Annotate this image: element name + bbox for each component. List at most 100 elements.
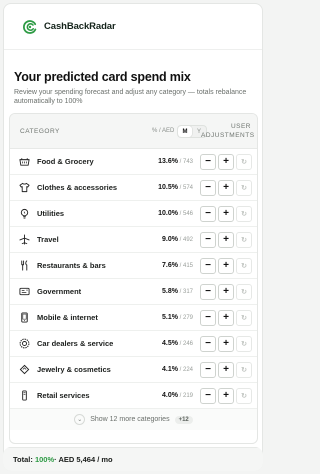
category-amount: 574 xyxy=(182,185,193,191)
category-name: Jewelry & cosmetics xyxy=(37,365,111,374)
shirt-icon xyxy=(19,182,30,193)
increase-button[interactable]: + xyxy=(218,387,234,404)
adjust-controls: − + ↻ xyxy=(200,283,252,300)
table-row: Clothes & accessories 10.5% / 574 − + ↻ xyxy=(10,175,257,201)
category-amount: 415 xyxy=(182,263,193,269)
category-percent: 4.0% xyxy=(162,392,178,399)
adjust-controls: − + ↻ xyxy=(200,335,252,352)
table-row: Travel 9.0% / 492 − + ↻ xyxy=(10,227,257,253)
category-share: 10.5% / 574 xyxy=(158,184,193,191)
category-percent: 7.6% xyxy=(162,262,178,269)
category-name: Mobile & internet xyxy=(37,313,98,322)
decrease-button[interactable]: − xyxy=(200,205,216,222)
category-percent: 4.5% xyxy=(162,340,178,347)
category-name: Government xyxy=(37,287,82,296)
reset-icon[interactable]: ↻ xyxy=(236,387,252,404)
category-share: 9.0% / 492 xyxy=(162,236,193,243)
mobile-icon xyxy=(19,312,30,323)
category-amount: 492 xyxy=(182,237,193,243)
category-percent: 5.8% xyxy=(162,288,178,295)
increase-button[interactable]: + xyxy=(218,361,234,378)
adjust-controls: − + ↻ xyxy=(200,361,252,378)
category-percent: 13.6% xyxy=(158,158,178,165)
category-amount: 279 xyxy=(182,315,193,321)
category-share: 4.0% / 219 xyxy=(162,392,193,399)
decrease-button[interactable]: − xyxy=(200,283,216,300)
category-share: 4.1% / 224 xyxy=(162,366,193,373)
category-name: Utilities xyxy=(37,209,65,218)
decrease-button[interactable]: − xyxy=(200,179,216,196)
table-row: Government 5.8% / 317 − + ↻ xyxy=(10,279,257,305)
reset-icon[interactable]: ↻ xyxy=(236,153,252,170)
adjust-controls: − + ↻ xyxy=(200,231,252,248)
category-percent: 9.0% xyxy=(162,236,178,243)
increase-button[interactable]: + xyxy=(218,153,234,170)
category-name: Car dealers & service xyxy=(37,339,114,348)
show-more-button[interactable]: ⌄ Show 12 more categories +12 xyxy=(10,409,257,430)
decrease-button[interactable]: − xyxy=(200,335,216,352)
airplane-icon xyxy=(19,234,30,245)
category-share: 7.6% / 415 xyxy=(162,262,193,269)
adjust-controls: − + ↻ xyxy=(200,179,252,196)
increase-button[interactable]: + xyxy=(218,179,234,196)
increase-button[interactable]: + xyxy=(218,231,234,248)
category-percent: 5.1% xyxy=(162,314,178,321)
adjust-controls: − + ↻ xyxy=(200,387,252,404)
government-icon xyxy=(19,286,30,297)
category-percent: 4.1% xyxy=(162,366,178,373)
table-row: Food & Grocery 13.6% / 743 − + ↻ xyxy=(10,149,257,175)
decrease-button[interactable]: − xyxy=(200,361,216,378)
category-share: 5.1% / 279 xyxy=(162,314,193,321)
cashbackradar-logo-icon xyxy=(22,19,38,35)
decrease-button[interactable]: − xyxy=(200,153,216,170)
reset-icon[interactable]: ↻ xyxy=(236,257,252,274)
table-row: Mobile & internet 5.1% / 279 − + ↻ xyxy=(10,305,257,331)
increase-button[interactable]: + xyxy=(218,335,234,352)
increase-button[interactable]: + xyxy=(218,205,234,222)
category-name: Travel xyxy=(37,235,59,244)
increase-button[interactable]: + xyxy=(218,283,234,300)
table-row: Utilities 10.0% / 546 − + ↻ xyxy=(10,201,257,227)
header-category: CATEGORY xyxy=(20,127,60,135)
retail-icon xyxy=(19,390,30,401)
category-share: 4.5% / 246 xyxy=(162,340,193,347)
reset-icon[interactable]: ↻ xyxy=(236,283,252,300)
decrease-button[interactable]: − xyxy=(200,387,216,404)
reset-icon[interactable]: ↻ xyxy=(236,179,252,196)
page-title: Your predicted card spend mix xyxy=(14,70,191,84)
table-row: Retail services 4.0% / 219 − + ↻ xyxy=(10,383,257,409)
brand-name: CashBackRadar xyxy=(44,21,116,32)
reset-icon[interactable]: ↻ xyxy=(236,205,252,222)
category-percent: 10.0% xyxy=(158,210,178,217)
category-name: Clothes & accessories xyxy=(37,183,118,192)
category-share: 5.8% / 317 xyxy=(162,288,193,295)
table-header: CATEGORY % / AED M Y USER ADJUSTMENTS xyxy=(10,114,257,149)
adjust-controls: − + ↻ xyxy=(200,205,252,222)
diamond-icon xyxy=(19,364,30,375)
reset-icon[interactable]: ↻ xyxy=(236,335,252,352)
chevron-down-icon: ⌄ xyxy=(74,414,86,425)
category-amount: 246 xyxy=(182,341,193,347)
lightbulb-icon xyxy=(19,208,30,219)
category-amount: 219 xyxy=(182,393,193,399)
app-header: CashBackRadar xyxy=(4,4,262,50)
table-row: Restaurants & bars 7.6% / 415 − + ↻ xyxy=(10,253,257,279)
toggle-monthly[interactable]: M xyxy=(178,126,192,137)
reset-icon[interactable]: ↻ xyxy=(236,361,252,378)
category-share: 13.6% / 743 xyxy=(158,158,193,165)
category-name: Restaurants & bars xyxy=(37,261,106,270)
category-percent: 10.5% xyxy=(158,184,178,191)
category-share: 10.0% / 546 xyxy=(158,210,193,217)
reset-icon[interactable]: ↻ xyxy=(236,231,252,248)
increase-button[interactable]: + xyxy=(218,257,234,274)
category-name: Food & Grocery xyxy=(37,157,94,166)
increase-button[interactable]: + xyxy=(218,309,234,326)
category-amount: 317 xyxy=(182,289,193,295)
reset-icon[interactable]: ↻ xyxy=(236,309,252,326)
table-row: Jewelry & cosmetics 4.1% / 224 − + ↻ xyxy=(10,357,257,383)
decrease-button[interactable]: − xyxy=(200,309,216,326)
decrease-button[interactable]: − xyxy=(200,231,216,248)
decrease-button[interactable]: − xyxy=(200,257,216,274)
category-table: CATEGORY % / AED M Y USER ADJUSTMENTS Fo… xyxy=(9,113,258,444)
adjust-controls: − + ↻ xyxy=(200,309,252,326)
